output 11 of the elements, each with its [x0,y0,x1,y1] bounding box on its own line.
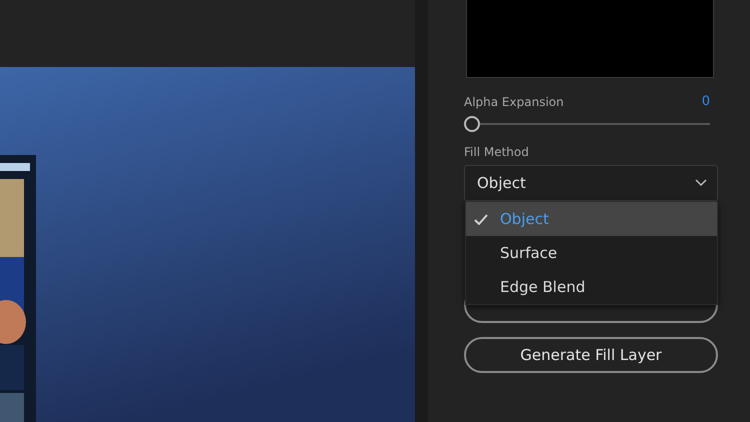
chevron-icon [695,179,707,187]
action-button[interactable]: Generate Fill Layer [464,337,718,373]
alpha-expansion-label: Alpha Expansion [464,94,564,108]
fill-method-label: Fill Method [464,145,529,159]
slider-thumb[interactable] [464,116,480,132]
fill-method-dropdown[interactable]: Object [464,165,718,201]
alpha-expansion-slider[interactable] [464,115,710,133]
alpha-expansion-value[interactable]: 0 [702,94,710,109]
menu-item[interactable]: Edge Blend [466,270,717,304]
menu-item[interactable]: Surface [466,236,717,270]
check-icon [474,214,488,224]
